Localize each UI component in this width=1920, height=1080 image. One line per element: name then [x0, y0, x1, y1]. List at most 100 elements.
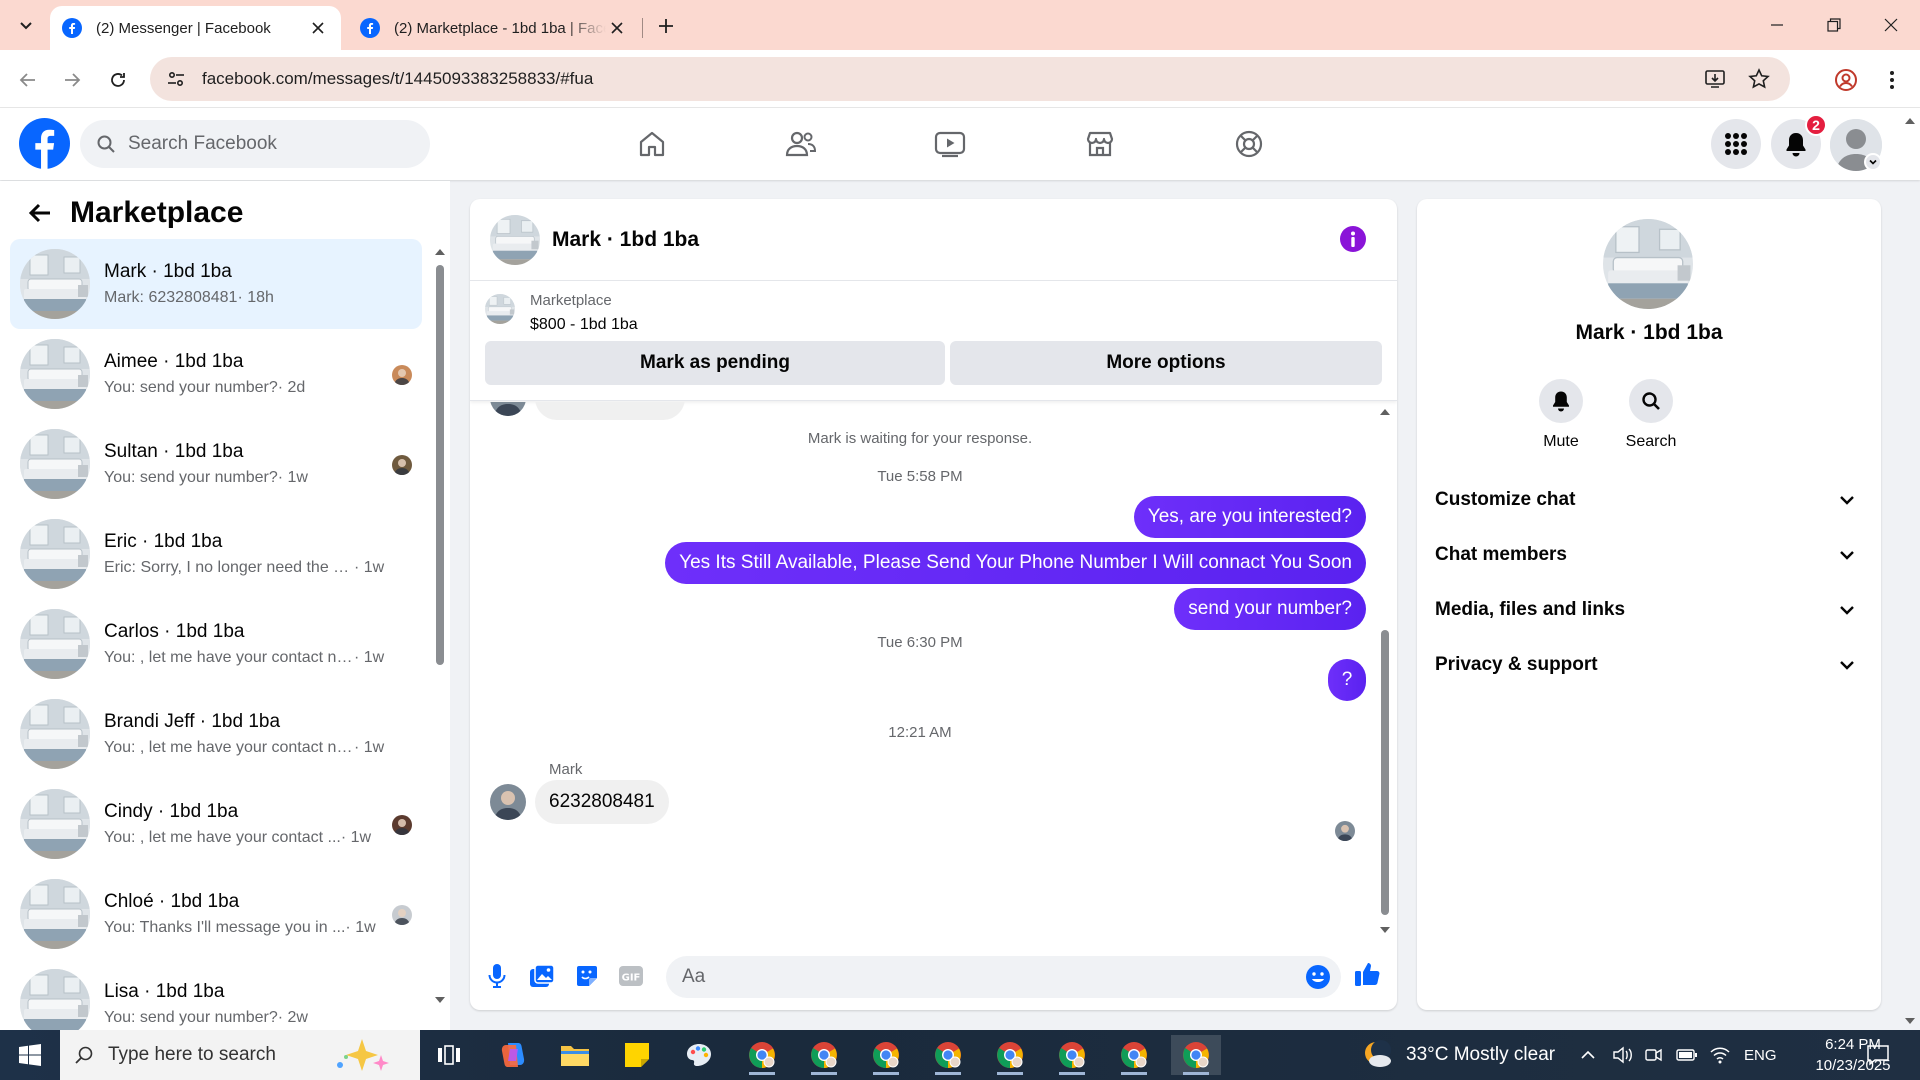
incoming-message[interactable]: 6232808481: [535, 780, 669, 824]
account-chevron-icon[interactable]: [1864, 153, 1882, 171]
scroll-thumb[interactable]: [436, 265, 444, 665]
voice-clip-button[interactable]: [483, 962, 511, 990]
language-indicator[interactable]: ENG: [1744, 1047, 1777, 1064]
weather-moon-icon: [1365, 1040, 1391, 1067]
chrome-window-button[interactable]: [923, 1035, 973, 1075]
chrome-window-button[interactable]: [1171, 1035, 1221, 1075]
speaker-icon[interactable]: [1612, 1045, 1634, 1065]
sticky-notes-button[interactable]: [612, 1035, 662, 1075]
start-button[interactable]: [0, 1030, 60, 1080]
attach-photo-button[interactable]: [528, 962, 556, 990]
conversation-item[interactable]: Aimee · 1bd 1ba You: send your number? ·…: [10, 329, 422, 419]
contact-avatar[interactable]: [1603, 219, 1693, 309]
send-like-button[interactable]: [1354, 960, 1382, 988]
chrome-icon: [811, 1042, 837, 1068]
nav-home[interactable]: [630, 122, 674, 166]
details-section-chat-members[interactable]: Chat members: [1435, 530, 1863, 580]
nav-video[interactable]: [928, 122, 972, 166]
page-scrollbar[interactable]: [1900, 112, 1920, 1030]
details-section-media-files-and-links[interactable]: Media, files and links: [1435, 585, 1863, 635]
chat-title[interactable]: Mark · 1bd 1ba: [552, 228, 699, 252]
restore-button[interactable]: [1805, 0, 1863, 50]
scroll-thumb[interactable]: [1381, 630, 1389, 915]
mute-action[interactable]: Mute: [1521, 379, 1601, 451]
file-explorer-button[interactable]: [550, 1035, 600, 1075]
forward-button[interactable]: [56, 64, 88, 96]
sticker-button[interactable]: [573, 962, 601, 990]
browser-profile-button[interactable]: [1830, 64, 1862, 96]
facebook-search-input[interactable]: Search Facebook: [80, 120, 430, 168]
install-app-icon[interactable]: [1704, 68, 1726, 90]
conversation-list-scrollbar[interactable]: [434, 243, 446, 1013]
chrome-window-button[interactable]: [861, 1035, 911, 1075]
scroll-down-arrow-icon[interactable]: [1903, 1016, 1917, 1026]
close-tab-icon[interactable]: [307, 17, 329, 39]
details-section-privacy-support[interactable]: Privacy & support: [1435, 640, 1863, 690]
close-tab-icon[interactable]: [606, 17, 628, 39]
sender-avatar[interactable]: [490, 784, 526, 820]
conversation-item[interactable]: Cindy · 1bd 1ba You: , let me have your …: [10, 779, 422, 869]
new-tab-button[interactable]: [652, 12, 680, 40]
conversation-item[interactable]: Chloé · 1bd 1ba You: Thanks I'll message…: [10, 869, 422, 959]
nav-marketplace[interactable]: [1078, 122, 1122, 166]
chrome-window-button[interactable]: [737, 1035, 787, 1075]
info-icon[interactable]: [1339, 225, 1367, 253]
scroll-down-arrow-icon[interactable]: [1378, 925, 1392, 935]
chrome-window-button[interactable]: [985, 1035, 1035, 1075]
bookmark-star-icon[interactable]: [1748, 68, 1770, 90]
conversation-item[interactable]: Brandi Jeff · 1bd 1ba You: , let me have…: [10, 689, 422, 779]
browser-menu-button[interactable]: [1876, 64, 1908, 96]
minimize-button[interactable]: [1748, 0, 1806, 50]
conversation-item[interactable]: Carlos · 1bd 1ba You: , let me have your…: [10, 599, 422, 689]
chrome-window-button[interactable]: [1047, 1035, 1097, 1075]
tab-marketplace[interactable]: (2) Marketplace - 1bd 1ba | Facebook: [348, 6, 640, 50]
listing-thumbnail[interactable]: [485, 294, 515, 324]
notifications-button[interactable]: 2: [1771, 114, 1827, 169]
back-arrow-button[interactable]: [22, 195, 58, 231]
outgoing-message[interactable]: Yes Its Still Available, Please Send You…: [665, 542, 1366, 584]
chevron-up-icon[interactable]: [1580, 1049, 1596, 1061]
close-window-button[interactable]: [1862, 0, 1920, 50]
facebook-logo-icon[interactable]: [19, 118, 70, 169]
details-section-customize-chat[interactable]: Customize chat: [1435, 475, 1863, 525]
scroll-up-arrow-icon[interactable]: [1378, 407, 1392, 417]
chat-avatar[interactable]: [490, 214, 540, 265]
listing-title[interactable]: $800 - 1bd 1ba: [530, 316, 638, 334]
copilot-app-button[interactable]: [488, 1035, 538, 1075]
nav-gaming[interactable]: [1227, 122, 1271, 166]
site-info-icon[interactable]: [154, 57, 198, 101]
tab-messenger[interactable]: (2) Messenger | Facebook: [50, 6, 341, 50]
outgoing-message[interactable]: ?: [1328, 659, 1366, 701]
more-options-button[interactable]: More options: [950, 341, 1382, 385]
wifi-icon[interactable]: [1710, 1046, 1730, 1064]
tab-search-button[interactable]: [12, 11, 40, 39]
chrome-window-button[interactable]: [1109, 1035, 1159, 1075]
notification-center-icon[interactable]: [1866, 1044, 1890, 1066]
message-input[interactable]: Aa: [666, 956, 1341, 998]
chat-scrollbar[interactable]: [1378, 407, 1392, 937]
battery-icon[interactable]: [1676, 1048, 1698, 1062]
mark-as-pending-button[interactable]: Mark as pending: [485, 341, 945, 385]
weather-widget[interactable]: 33°C Mostly clear: [1362, 1030, 1555, 1080]
gif-button[interactable]: GIF: [617, 962, 645, 990]
outgoing-message[interactable]: send your number?: [1174, 588, 1366, 630]
emoji-icon[interactable]: [1305, 964, 1331, 990]
conversation-item[interactable]: Mark · 1bd 1ba Mark: 6232808481 · 18h: [10, 239, 422, 329]
menu-button[interactable]: [1711, 119, 1761, 169]
reload-button[interactable]: [102, 64, 134, 96]
conversation-item[interactable]: Eric · 1bd 1ba Eric: Sorry, I no longer …: [10, 509, 422, 599]
scroll-up-arrow-icon[interactable]: [434, 247, 446, 257]
search-in-chat-action[interactable]: Search: [1611, 379, 1691, 451]
task-view-button[interactable]: [424, 1035, 474, 1075]
taskbar-search-input[interactable]: Type here to search: [60, 1030, 420, 1080]
scroll-down-arrow-icon[interactable]: [434, 995, 446, 1005]
scroll-up-arrow-icon[interactable]: [1903, 116, 1917, 126]
chrome-window-button[interactable]: [799, 1035, 849, 1075]
back-button[interactable]: [12, 64, 44, 96]
conversation-item[interactable]: Sultan · 1bd 1ba You: send your number? …: [10, 419, 422, 509]
address-bar[interactable]: facebook.com/messages/t/1445093383258833…: [150, 57, 1790, 101]
paint-app-button[interactable]: [674, 1035, 724, 1075]
meet-now-icon[interactable]: [1644, 1045, 1664, 1065]
nav-friends[interactable]: [779, 122, 823, 166]
outgoing-message[interactable]: Yes, are you interested?: [1133, 496, 1366, 538]
